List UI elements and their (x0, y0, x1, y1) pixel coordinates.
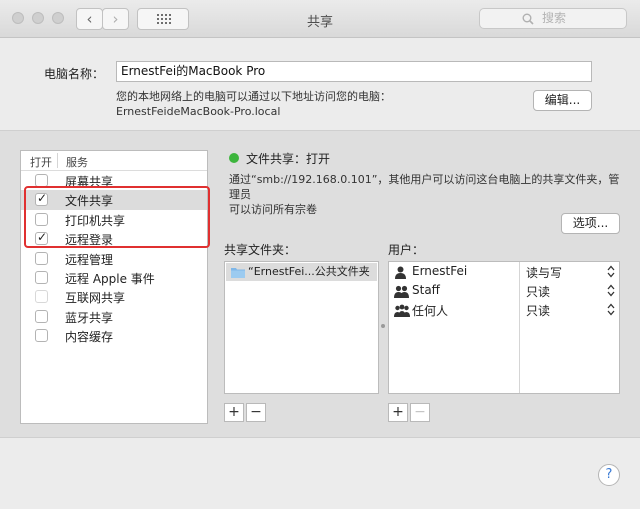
service-row[interactable]: 远程 Apple 事件 (21, 268, 207, 287)
remove-user-button[interactable]: − (410, 403, 430, 422)
sharing-window: ‹ › 共享 搜索 电脑名称： ErnestFei的MacBook Pro 您的… (0, 0, 640, 509)
permission-stepper-icon[interactable] (607, 284, 615, 297)
service-label: 蓝牙共享 (65, 310, 114, 325)
service-label: 远程管理 (65, 252, 114, 267)
search-icon (522, 13, 534, 25)
local-hostname: ErnestFeideMacBook-Pro.local (116, 105, 281, 118)
options-button[interactable]: 选项... (561, 213, 620, 234)
user-permission[interactable]: 只读 (526, 302, 550, 319)
user-permission[interactable]: 读与写 (526, 264, 562, 281)
title-bar: ‹ › 共享 搜索 (0, 0, 640, 38)
remove-folder-button[interactable]: − (246, 403, 266, 422)
service-checkbox[interactable] (35, 251, 48, 265)
service-checkbox[interactable] (35, 329, 48, 343)
header-on: 打开 (30, 156, 52, 169)
search-placeholder: 搜索 (542, 11, 567, 25)
header-divider (57, 153, 58, 168)
service-label: 内容缓存 (65, 330, 114, 345)
user-name: Staff (412, 283, 440, 297)
service-checkbox[interactable] (35, 270, 48, 284)
service-row[interactable]: 互联网共享 (21, 287, 207, 306)
user-name: ErnestFei (412, 264, 468, 278)
service-label: 远程 Apple 事件 (65, 271, 155, 286)
single-user-icon (395, 266, 406, 279)
service-checkbox[interactable] (35, 290, 48, 304)
computer-name-label: 电脑名称： (44, 67, 105, 81)
user-row[interactable]: 任何人 只读 (389, 301, 619, 320)
shared-folder-name: “ErnestFei...公共文件夹 (248, 265, 370, 278)
service-row[interactable]: 蓝牙共享 (21, 307, 207, 326)
computer-name-help-line1: 您的本地网络上的电脑可以通过以下地址访问您的电脑： (116, 90, 391, 103)
user-row[interactable]: ErnestFei 读与写 (389, 263, 619, 282)
service-row[interactable]: 内容缓存 (21, 326, 207, 345)
service-row[interactable]: 远程管理 (21, 249, 207, 268)
help-button[interactable]: ? (598, 464, 620, 486)
users-list[interactable]: ErnestFei 读与写 Staff 只读 任何人 只读 (388, 261, 620, 394)
service-description-line1: 通过“smb://192.168.0.101”，其他用户可以访问这台电脑上的共享… (229, 173, 620, 201)
permission-stepper-icon[interactable] (607, 303, 615, 316)
services-header: 打开 服务 (21, 151, 207, 171)
add-user-button[interactable]: + (388, 403, 408, 422)
user-permission[interactable]: 只读 (526, 283, 550, 300)
add-folder-button[interactable]: + (224, 403, 244, 422)
annotation-highlight-box (24, 186, 210, 248)
shared-folders-list[interactable]: “ErnestFei...公共文件夹 (224, 261, 379, 394)
split-resize-handle[interactable] (381, 324, 385, 328)
service-checkbox[interactable] (35, 309, 48, 323)
service-description: 通过“smb://192.168.0.101”，其他用户可以访问这台电脑上的共享… (229, 172, 624, 217)
service-label: 互联网共享 (65, 291, 126, 306)
permission-stepper-icon[interactable] (607, 265, 615, 278)
folder-icon (231, 268, 245, 278)
users-label: 用户： (388, 243, 425, 257)
user-row[interactable]: Staff 只读 (389, 282, 619, 301)
computer-name-input[interactable]: ErnestFei的MacBook Pro (116, 61, 592, 82)
shared-folder-row[interactable]: “ErnestFei...公共文件夹 (226, 263, 377, 281)
search-field[interactable]: 搜索 (479, 8, 627, 29)
computer-name-help: 您的本地网络上的电脑可以通过以下地址访问您的电脑： ErnestFeideMac… (116, 89, 391, 119)
service-status: 文件共享：打开 (246, 152, 331, 166)
shared-folders-label: 共享文件夹： (224, 243, 297, 257)
group-icon (394, 285, 409, 298)
edit-hostname-button[interactable]: 编辑... (533, 90, 592, 111)
status-indicator (229, 153, 239, 163)
everyone-icon (394, 304, 410, 317)
header-service: 服务 (66, 156, 88, 169)
user-name: 任何人 (412, 304, 449, 318)
